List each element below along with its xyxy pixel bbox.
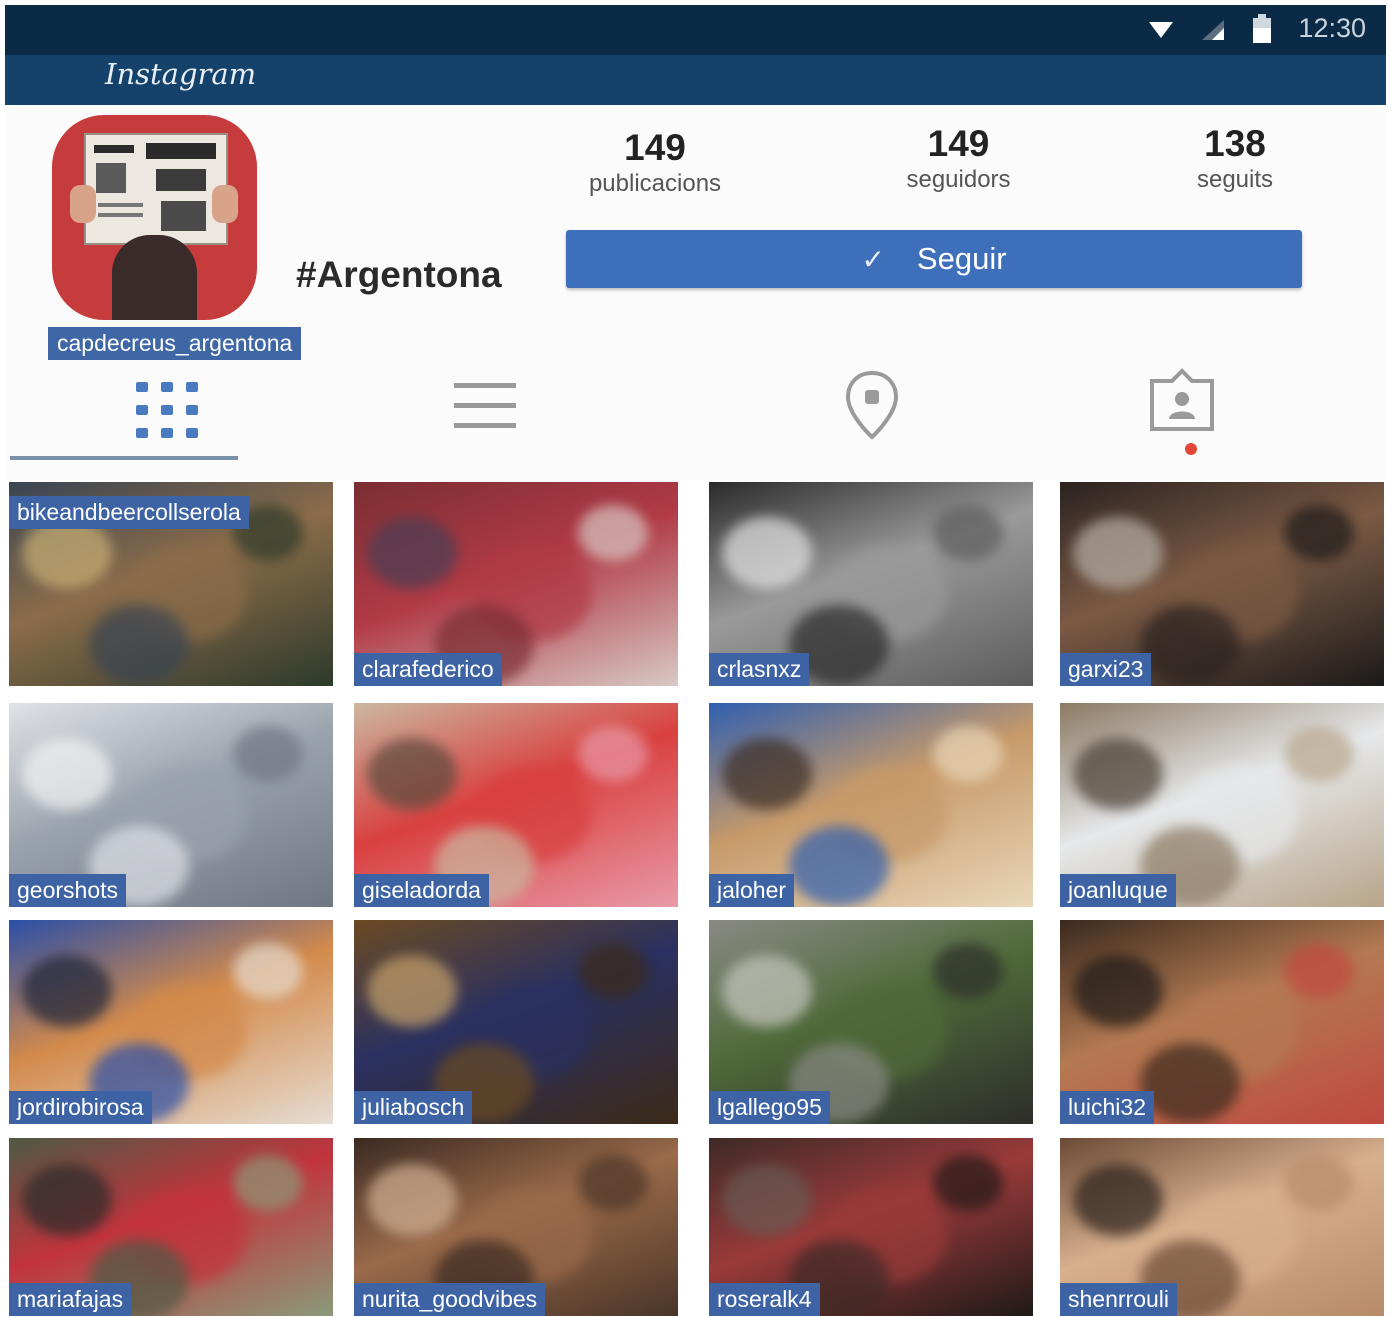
- stat-followers-value: 149: [927, 123, 990, 164]
- grid-photo[interactable]: lgallego95: [709, 920, 1033, 1124]
- grid-photo[interactable]: juliabosch: [354, 920, 678, 1124]
- grid-photo[interactable]: clarafederico: [354, 482, 678, 686]
- photo-shape: [233, 726, 304, 782]
- photo-shape: [933, 1154, 1004, 1211]
- grid-photo[interactable]: shenrrouli: [1060, 1138, 1384, 1316]
- photo-username-label: crlasnxz: [709, 653, 810, 686]
- photo-shape: [1139, 1043, 1240, 1124]
- photo-username-label: juliabosch: [354, 1091, 473, 1124]
- photo-username-label: shenrrouli: [1060, 1283, 1177, 1316]
- photo-shape: [1073, 517, 1164, 590]
- photo-shape: [578, 1154, 649, 1211]
- instagram-logo: Instagram: [105, 57, 257, 91]
- grid-photo[interactable]: luichi32: [1060, 920, 1384, 1124]
- photo-shape: [1139, 605, 1240, 686]
- photo-shape: [22, 738, 113, 811]
- photo-username-label: lgallego95: [709, 1091, 830, 1124]
- photo-shape: [367, 517, 458, 590]
- magazine-image: [84, 133, 228, 245]
- photo-username-label: georshots: [9, 874, 127, 907]
- photo-username-label: jordirobirosa: [9, 1091, 152, 1124]
- tab-location[interactable]: [822, 360, 922, 450]
- photo-username-label: mariafajas: [9, 1283, 132, 1316]
- grid-photo[interactable]: joanluque: [1060, 703, 1384, 907]
- photo-shape: [1073, 738, 1164, 811]
- photo-shape: [578, 943, 649, 999]
- photo-shape: [933, 505, 1004, 561]
- photo-shape: [22, 1164, 113, 1237]
- stat-posts-value: 149: [624, 127, 686, 168]
- photo-shape: [578, 726, 649, 782]
- follow-button[interactable]: ✓ Seguir: [566, 230, 1302, 288]
- grid-photo[interactable]: mariafajas: [9, 1138, 333, 1316]
- follow-button-label: Seguir: [916, 241, 1007, 276]
- photo-shape: [1284, 505, 1355, 561]
- photo-shape: [1073, 955, 1164, 1028]
- grid-icon: [136, 382, 198, 438]
- photo-shape: [367, 1164, 458, 1237]
- tab-tagged[interactable]: [1132, 365, 1232, 455]
- stat-followers[interactable]: 149 seguidors: [876, 124, 1041, 196]
- photo-username-label: joanluque: [1060, 874, 1176, 907]
- app-bar: Instagram: [5, 55, 1386, 105]
- stat-following-value: 138: [1204, 123, 1266, 164]
- photo-shape: [933, 943, 1004, 999]
- grid-photo[interactable]: bikeandbeercollserola: [9, 482, 333, 686]
- photo-username-label: garxi23: [1060, 653, 1152, 686]
- battery-icon: [1253, 13, 1272, 43]
- photo-shape: [233, 1154, 304, 1211]
- profile-username-label: capdecreus_argentona: [48, 327, 302, 360]
- photo-username-label: clarafederico: [354, 653, 502, 686]
- stat-following[interactable]: 138 seguits: [1170, 124, 1300, 196]
- clock: 12:30: [1298, 13, 1366, 43]
- photo-username-label: giseladorda: [354, 874, 489, 907]
- photo-shape: [722, 955, 813, 1028]
- photo-shape: [578, 505, 649, 561]
- tagged-person-icon: [1150, 368, 1214, 455]
- list-icon: [454, 383, 516, 428]
- profile-avatar[interactable]: [52, 115, 257, 320]
- tab-grid[interactable]: [117, 365, 217, 455]
- grid-photo[interactable]: giseladorda: [354, 703, 678, 907]
- stat-followers-label: seguidors: [906, 166, 1011, 193]
- photo-shape: [367, 955, 458, 1028]
- photo-shape: [22, 955, 113, 1028]
- stat-following-label: seguits: [1196, 166, 1274, 193]
- photo-shape: [722, 738, 813, 811]
- wifi-icon: [1149, 21, 1174, 38]
- photo-shape: [788, 826, 889, 907]
- status-icons: 12:30: [1148, 13, 1366, 44]
- grid-photo[interactable]: nurita_goodvibes: [354, 1138, 678, 1316]
- grid-photo[interactable]: jaloher: [709, 703, 1033, 907]
- photo-username-label: roseralk4: [709, 1283, 820, 1316]
- photo-shape: [88, 605, 189, 686]
- grid-photo[interactable]: roseralk4: [709, 1138, 1033, 1316]
- grid-photo[interactable]: georshots: [9, 703, 333, 907]
- photo-shape: [1073, 1164, 1164, 1237]
- photo-shape: [933, 726, 1004, 782]
- photo-shape: [1284, 1154, 1355, 1211]
- location-pin-icon: [845, 370, 899, 440]
- photo-username-label: jaloher: [709, 874, 795, 907]
- photo-username-label: bikeandbeercollserola: [9, 496, 249, 529]
- photo-shape: [367, 738, 458, 811]
- photo-shape: [722, 517, 813, 590]
- tab-list[interactable]: [435, 360, 535, 450]
- profile-hashtag: #Argentona: [296, 254, 502, 295]
- grid-photo[interactable]: garxi23: [1060, 482, 1384, 686]
- photo-shape: [722, 1164, 813, 1237]
- photo-shape: [233, 943, 304, 999]
- photo-shape: [1284, 943, 1355, 999]
- grid-photo[interactable]: crlasnxz: [709, 482, 1033, 686]
- status-bar: 12:30: [5, 5, 1386, 55]
- photo-shape: [1284, 726, 1355, 782]
- photo-username-label: luichi32: [1060, 1091, 1154, 1124]
- signal-icon: [1202, 19, 1225, 40]
- stat-posts[interactable]: 149 publicacions: [570, 128, 740, 200]
- photo-username-label: nurita_goodvibes: [354, 1283, 546, 1316]
- check-icon: ✓: [861, 243, 885, 275]
- stat-posts-label: publicacions: [588, 170, 722, 197]
- grid-photo[interactable]: jordirobirosa: [9, 920, 333, 1124]
- selected-tab-indicator: [10, 456, 238, 460]
